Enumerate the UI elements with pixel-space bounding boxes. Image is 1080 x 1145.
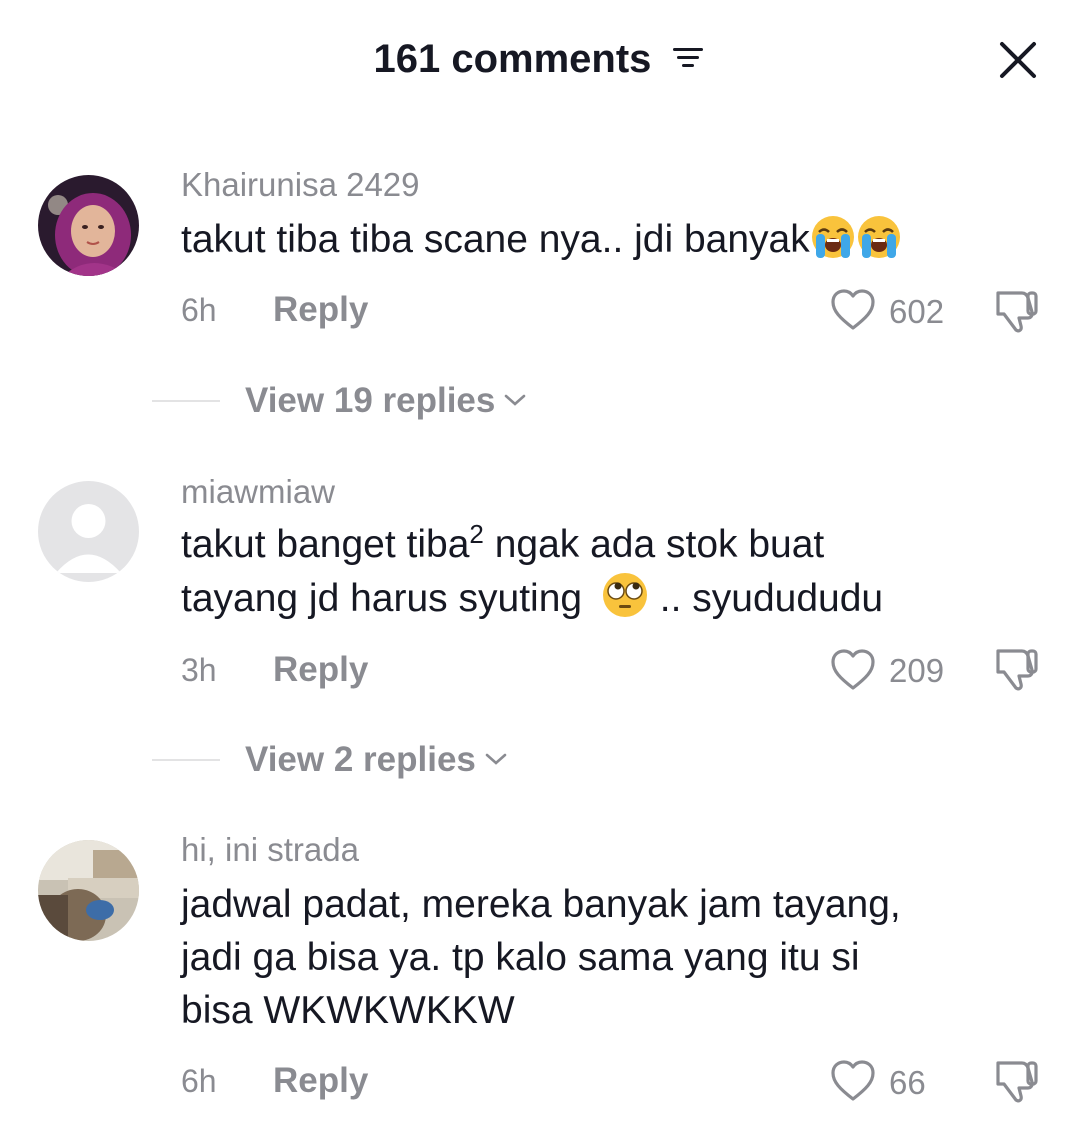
reply-button[interactable]: Reply xyxy=(273,1061,368,1101)
divider xyxy=(152,400,220,402)
comment-text: takut banget tiba2 ngak ada stok buat ta… xyxy=(181,518,1041,625)
sort-filter-icon[interactable] xyxy=(669,43,707,73)
heart-icon[interactable] xyxy=(830,1059,876,1103)
comment-time: 6h xyxy=(181,1063,217,1099)
comment-body: takut tiba tiba scane nya.. jdi banyak xyxy=(181,218,810,261)
comment-text: jadwal padat, mereka banyak jam tayang, … xyxy=(181,878,1041,1037)
title-row: 161 comments xyxy=(0,34,1080,84)
chevron-down-icon xyxy=(505,394,526,406)
comment-username[interactable]: hi, ini strada xyxy=(181,830,359,870)
close-icon[interactable] xyxy=(996,38,1040,82)
comment-body-part: takut banget tiba xyxy=(181,523,470,566)
comment-body-part: ngak ada stok buat xyxy=(483,523,825,566)
comment-username[interactable]: Khairunisa 2429 xyxy=(181,165,420,205)
divider xyxy=(152,759,220,761)
chevron-down-icon xyxy=(485,753,507,765)
comment-time: 6h xyxy=(181,292,217,328)
heart-icon[interactable] xyxy=(830,288,876,332)
thumbs-down-icon[interactable] xyxy=(992,646,1042,692)
comment-username[interactable]: miawmiaw xyxy=(181,472,335,512)
comment-body-part: .. syudududu xyxy=(659,577,884,620)
comment-time: 3h xyxy=(181,652,217,688)
thumbs-down-icon[interactable] xyxy=(992,288,1042,334)
loudly-crying-face-icon xyxy=(811,216,854,258)
superscript: 2 xyxy=(469,519,484,549)
thumbs-down-icon[interactable] xyxy=(992,1058,1042,1104)
reply-button[interactable]: Reply xyxy=(273,290,368,330)
comment-body-line: jadi ga bisa ya. tp kalo sama yang itu s… xyxy=(181,936,860,979)
heart-icon[interactable] xyxy=(830,648,876,692)
like-count: 602 xyxy=(889,293,945,330)
avatar[interactable] xyxy=(38,840,139,941)
avatar[interactable] xyxy=(38,481,139,582)
face-with-rolling-eyes-icon xyxy=(602,573,647,617)
comments-title: 161 comments xyxy=(373,37,652,81)
comment-body-part: tayang jd harus syuting xyxy=(181,577,583,620)
loudly-crying-face-icon xyxy=(857,216,900,258)
avatar[interactable] xyxy=(38,175,139,276)
view-replies-button[interactable]: View 19 replies xyxy=(245,376,527,426)
like-count: 209 xyxy=(889,652,945,689)
view-replies-row: View 2 replies xyxy=(0,735,1080,785)
comments-sheet: 161 comments Khairunisa 2429 takut tiba … xyxy=(0,0,1080,1145)
comment-text: takut tiba tiba scane nya.. jdi banyak xyxy=(181,213,1041,266)
comment-body-line: jadwal padat, mereka banyak jam tayang, xyxy=(181,883,901,926)
view-replies-label: View 2 replies xyxy=(245,740,476,779)
reply-button[interactable]: Reply xyxy=(273,650,368,690)
view-replies-label: View 19 replies xyxy=(245,381,496,420)
view-replies-row: View 19 replies xyxy=(0,376,1080,426)
comments-header: 161 comments xyxy=(0,24,1080,94)
view-replies-button[interactable]: View 2 replies xyxy=(245,735,508,785)
comment-body-line: bisa WKWKWKKW xyxy=(181,989,515,1032)
like-count: 66 xyxy=(889,1064,926,1101)
